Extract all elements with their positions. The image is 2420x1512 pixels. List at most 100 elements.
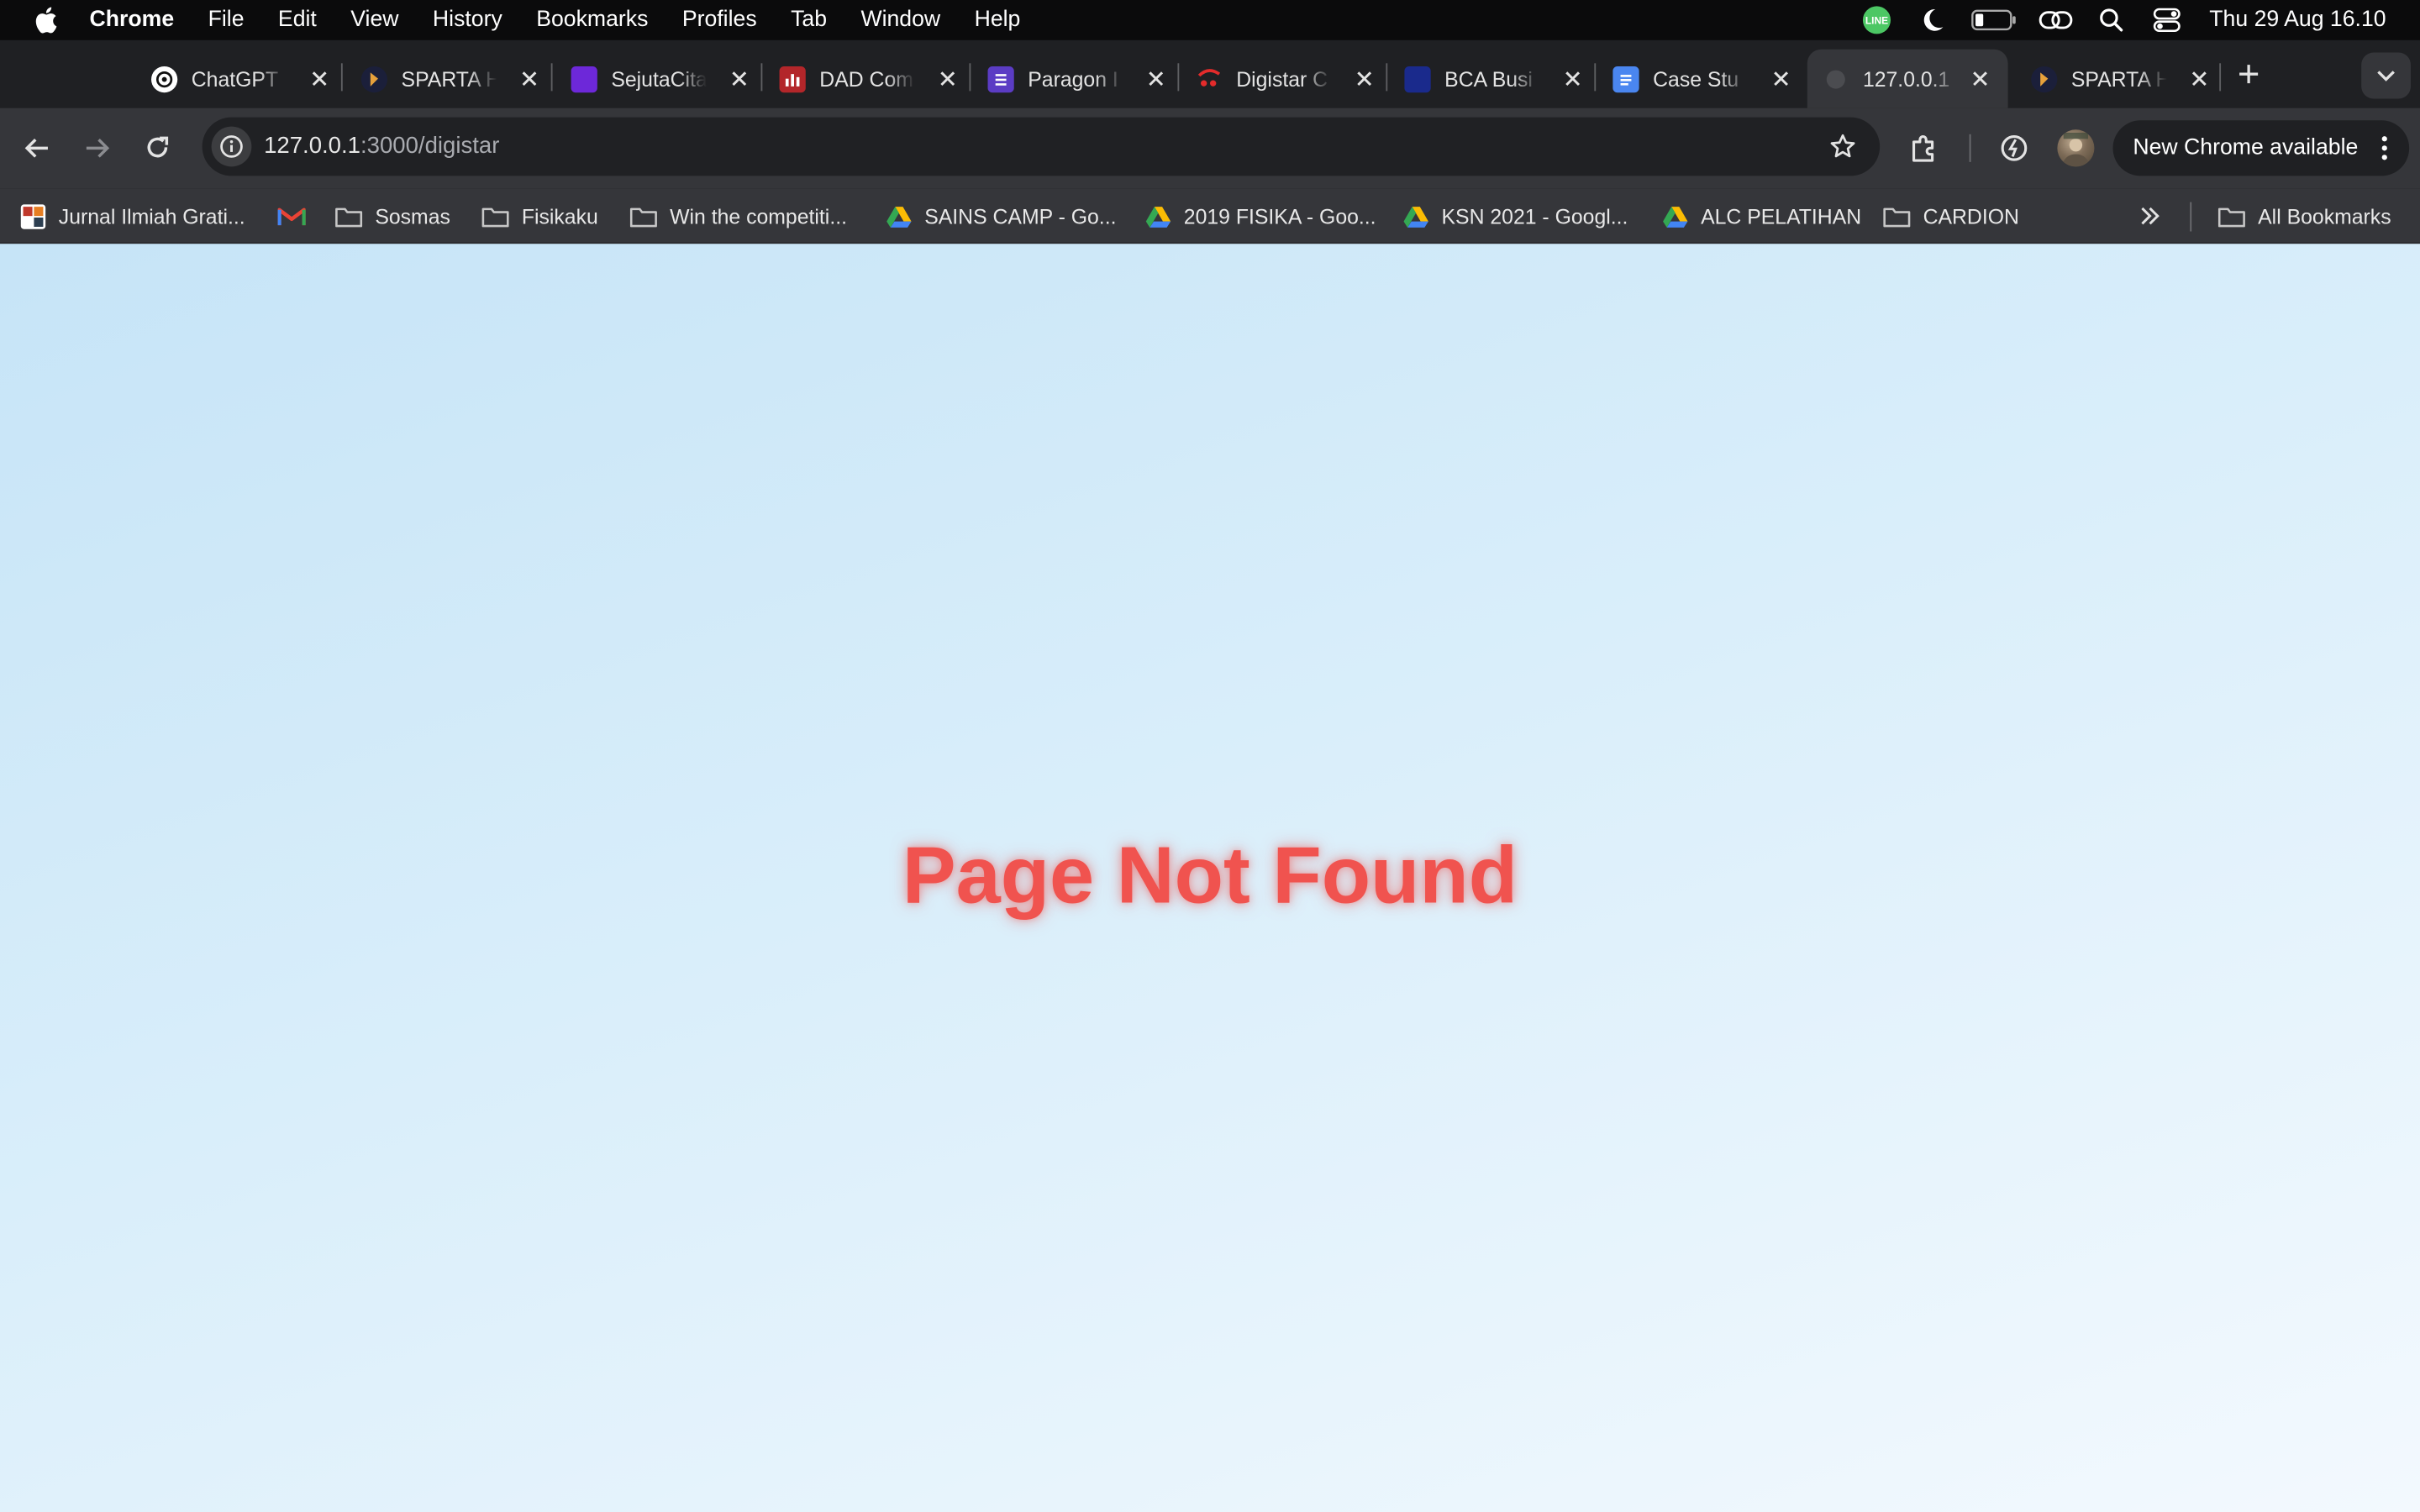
battery-icon[interactable] [1970,3,2017,37]
tab-title: DAD Com [819,66,913,91]
bookmark-win-competition[interactable]: Win the competiti... [629,201,847,232]
tab-search-button[interactable] [2361,52,2411,99]
link-icon[interactable] [2038,3,2072,37]
forward-button[interactable] [77,128,118,168]
chatgpt-icon [151,66,178,92]
apple-icon[interactable] [31,6,59,34]
site-info-icon[interactable] [211,126,252,167]
menu-window[interactable]: Window [844,8,957,32]
bookmark-label: CARDION [1923,204,2019,228]
bookmark-label: KSN 2021 - Googl... [1441,204,1628,228]
folder-icon [1883,203,1911,228]
bookmark-label: 2019 FISIKA - Goo... [1183,204,1376,228]
line-icon[interactable]: LINE [1859,3,1892,37]
tab-chatgpt[interactable]: ChatGPT [139,50,332,108]
close-tab-icon[interactable] [1968,66,1992,91]
menu-view[interactable]: View [334,8,416,32]
tab-bca[interactable]: BCA Busi [1392,50,1586,108]
more-bookmarks-button[interactable] [2139,201,2161,232]
drive-icon [1144,203,1171,228]
more-vertical-icon[interactable] [2375,134,2394,162]
reload-button[interactable] [137,128,177,168]
tab-title: SejutaCita [611,66,708,91]
menu-bar-clock[interactable]: Thu 29 Aug 16.10 [2209,8,2386,32]
bookmark-gmail[interactable] [277,201,318,232]
new-chrome-available-button[interactable]: New Chrome available [2112,120,2410,176]
menu-app-chrome[interactable]: Chrome [90,8,192,32]
spotlight-search-icon[interactable] [2094,3,2128,37]
menu-bar-status-area: LINE Thu 29 Aug 16.10 [1848,0,2420,40]
close-tab-icon[interactable] [727,66,751,91]
close-tab-icon[interactable] [1352,66,1376,91]
sejutacita-icon [571,66,597,92]
tab-dad[interactable]: DAD Com [767,50,960,108]
bookmark-label: Sosmas [375,204,450,228]
tab-title: SPARTA H [2070,66,2167,91]
tab-sejutacita[interactable]: SejutaCita [559,50,752,108]
drive-icon [1660,203,1688,228]
bookmark-alc-pelatihan[interactable]: ALC PELATIHAN [1660,201,1861,232]
extensions-icon[interactable] [1906,129,1943,166]
arrow-left-icon [24,138,48,158]
chevron-down-icon [2377,71,2395,81]
moon-icon[interactable] [1914,3,1948,37]
new-tab-button[interactable] [2232,57,2265,91]
bookmark-2019-fisika[interactable]: 2019 FISIKA - Goo... [1144,201,1376,232]
digistar-icon [1196,66,1222,92]
all-bookmarks-button[interactable]: All Bookmarks [2217,201,2391,232]
close-tab-icon[interactable] [1144,66,1168,91]
url-host: 127.0.0.1 [264,132,360,160]
tab-case-study[interactable]: Case Stu [1601,50,1794,108]
menu-profiles[interactable]: Profiles [666,8,774,32]
globe-icon [1823,66,1849,92]
back-button[interactable] [17,128,57,168]
bookmark-label: Fisikaku [521,204,598,228]
close-tab-icon[interactable] [1560,66,1585,91]
address-bar[interactable]: 127.0.0.1:3000/digistar [202,117,1881,176]
macos-menu-bar: Chrome File Edit View History Bookmarks … [0,0,2420,40]
menu-bookmarks[interactable]: Bookmarks [519,8,666,32]
gmail-icon [277,203,306,228]
tab-title: Paragon I [1028,66,1118,91]
bookmarks-bar: Jurnal Ilmiah Grati... Sosmas Fisikaku W… [0,188,2420,244]
close-tab-icon[interactable] [308,66,332,91]
tab-localhost-active[interactable]: 127.0.0.1 [1807,49,2008,108]
tab-paragon[interactable]: Paragon I [976,50,1169,108]
bookmark-cardion[interactable]: CARDION [1883,201,2019,232]
tab-sparta[interactable]: SPARTA H [349,50,542,108]
reload-icon [147,136,169,158]
close-tab-icon[interactable] [1769,66,1793,91]
bookmark-star-icon[interactable] [1828,131,1859,162]
tab-separator [1386,63,1388,92]
tab-sparta-2[interactable]: SPARTA H [2018,50,2212,108]
close-tab-icon[interactable] [517,66,541,91]
paragon-icon [987,66,1014,92]
menu-edit[interactable]: Edit [261,8,334,32]
arrow-right-icon [86,138,110,158]
tab-digistar[interactable]: Digistar C [1184,50,1377,108]
url-text[interactable]: 127.0.0.1:3000/digistar [264,133,499,159]
control-center-icon[interactable] [2149,3,2183,37]
bookmark-fisikaku[interactable]: Fisikaku [481,201,598,232]
menu-file[interactable]: File [191,8,260,32]
tab-title: SPARTA H [401,66,497,91]
profile-avatar[interactable] [2057,129,2095,167]
bookmark-label: SAINS CAMP - Go... [924,204,1117,228]
bookmark-sosmas[interactable]: Sosmas [335,201,450,232]
page-not-found-heading: Page Not Found [902,832,1518,921]
bca-icon [1404,66,1431,92]
bookmark-ksn-2021[interactable]: KSN 2021 - Googl... [1402,201,1628,232]
performance-icon[interactable] [1996,129,2033,166]
bookmark-sains-camp[interactable]: SAINS CAMP - Go... [884,201,1117,232]
all-bookmarks-label: All Bookmarks [2258,204,2391,228]
bookmark-jurnal[interactable]: Jurnal Ilmiah Grati... [18,201,245,232]
menu-tab[interactable]: Tab [774,8,844,32]
bookmark-label: ALC PELATIHAN [1701,204,1862,228]
menu-help[interactable]: Help [957,8,1037,32]
toolbar-divider [1969,134,1971,162]
close-tab-icon[interactable] [2187,66,2212,91]
close-tab-icon[interactable] [935,66,960,91]
bookmarks-divider [2190,202,2192,232]
line-badge-text: LINE [1865,15,1887,27]
menu-history[interactable]: History [416,8,519,32]
